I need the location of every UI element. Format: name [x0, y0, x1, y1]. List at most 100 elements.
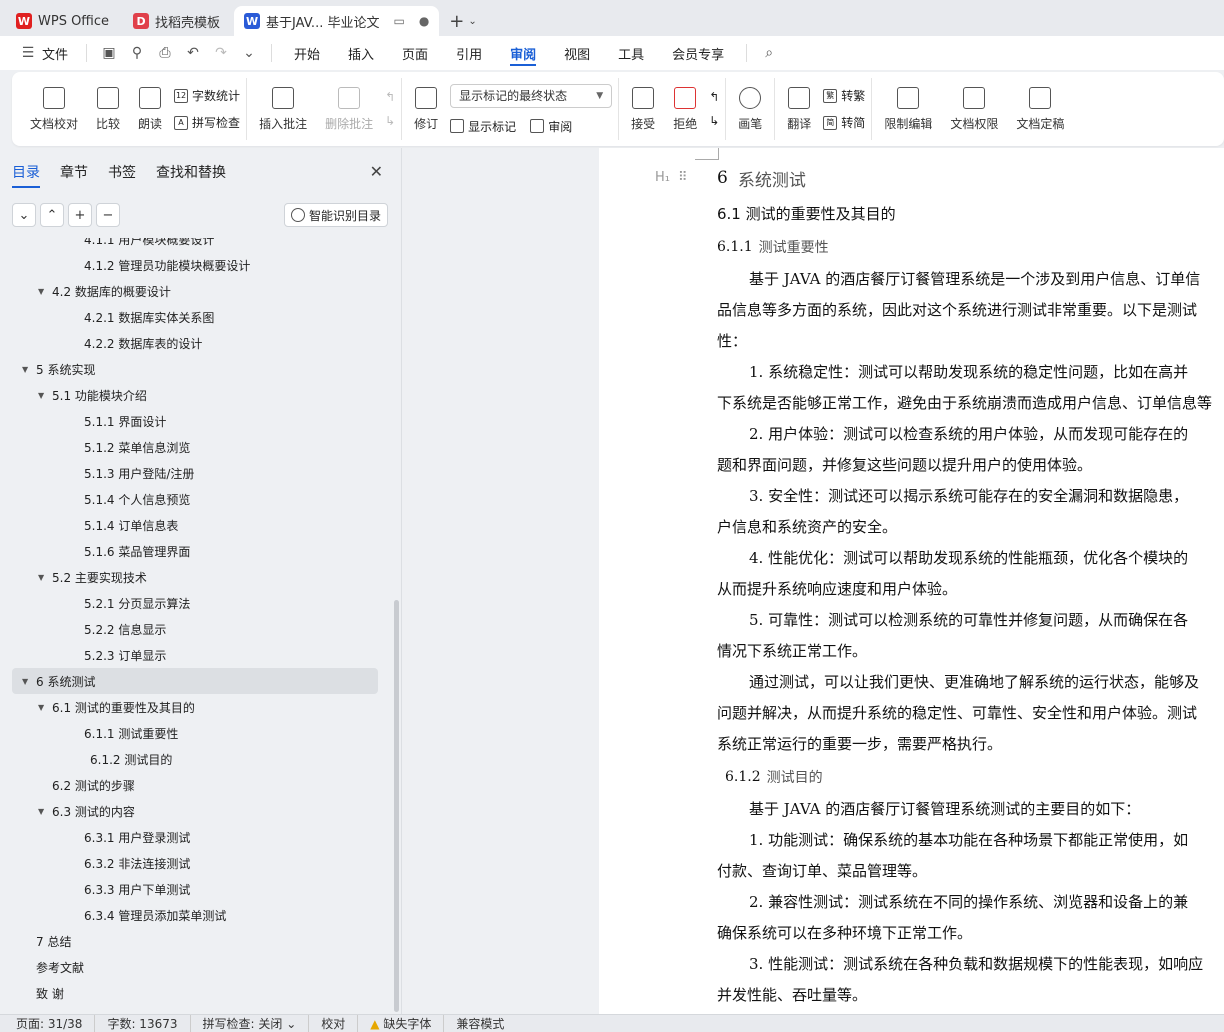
menu-reference[interactable]: 引用: [442, 36, 496, 70]
to-traditional-button[interactable]: 繁转繁: [823, 87, 865, 104]
expand-triangle-icon[interactable]: ▼: [38, 287, 52, 296]
toc-item[interactable]: 5.1.4 订单信息表: [0, 512, 390, 538]
toc-item[interactable]: 5.1.4 个人信息预览: [0, 486, 390, 512]
smart-toc-button[interactable]: 智能识别目录: [283, 203, 388, 227]
toc-item[interactable]: 6.2 测试的步骤: [0, 772, 390, 798]
menu-insert[interactable]: 插入: [334, 36, 388, 70]
expand-triangle-icon[interactable]: ▼: [38, 703, 52, 712]
toc-item[interactable]: 6.1.2 测试目的: [0, 746, 390, 772]
toc-item[interactable]: 6.3.2 非法连接测试: [0, 850, 390, 876]
word-count-button[interactable]: 12 字数统计: [174, 87, 240, 104]
undo-icon[interactable]: ↶: [182, 42, 204, 64]
save-icon[interactable]: ▣: [98, 42, 120, 64]
toc-item[interactable]: 6.3.3 用户下单测试: [0, 876, 390, 902]
menu-tools[interactable]: 工具: [604, 36, 658, 70]
toc-item[interactable]: 5.2.3 订单显示: [0, 642, 390, 668]
delete-comment-button[interactable]: 删除批注: [319, 79, 379, 139]
page-indicator[interactable]: 页面: 31/38: [16, 1015, 96, 1032]
spell-check-status[interactable]: 拼写检查: 关闭 ⌄: [191, 1015, 310, 1032]
revise-button[interactable]: 修订: [408, 79, 444, 139]
toc-item[interactable]: 致 谢: [0, 980, 390, 1006]
display-state-select[interactable]: 显示标记的最终状态 ▼: [450, 83, 613, 108]
expand-triangle-icon[interactable]: ▼: [38, 807, 52, 816]
missing-font-indicator[interactable]: ▲ 缺失字体: [358, 1015, 445, 1032]
doc-finalize-button[interactable]: 文档定稿: [1010, 79, 1070, 139]
pen-button[interactable]: 画笔: [732, 79, 768, 139]
translate-button[interactable]: 翻译: [781, 79, 817, 139]
restrict-edit-button[interactable]: 限制编辑: [878, 79, 938, 139]
expand-icon[interactable]: ⌃: [40, 203, 64, 227]
menu-start[interactable]: 开始: [280, 36, 334, 70]
menu-page[interactable]: 页面: [388, 36, 442, 70]
tab-chapters[interactable]: 章节: [60, 162, 88, 188]
toc-item[interactable]: 7 总结: [0, 928, 390, 954]
toc-item[interactable]: 5.1.1 界面设计: [0, 408, 390, 434]
document-content[interactable]: 6 系统测试 6.1 测试的重要性及其目的 6.1.1 测试重要性 基于 JAVA …: [717, 160, 1224, 1011]
tab-bookmarks[interactable]: 书签: [108, 162, 136, 188]
toc-item[interactable]: 6.1.1 测试重要性: [0, 720, 390, 746]
menu-member[interactable]: 会员专享: [658, 36, 738, 70]
tab-toc[interactable]: 目录: [12, 162, 40, 188]
toc-item[interactable]: 5.2.2 信息显示: [0, 616, 390, 642]
doc-check-button[interactable]: 文档校对: [24, 79, 84, 139]
tab-wps-office[interactable]: W WPS Office: [6, 6, 119, 36]
next-change-icon[interactable]: ↳: [709, 114, 719, 128]
toc-item[interactable]: 4.1.2 管理员功能模块概要设计: [0, 252, 390, 278]
toc-item[interactable]: ▼ 6.3 测试的内容: [0, 798, 390, 824]
toc-item[interactable]: 4.1.1 用户模块概要设计: [0, 238, 390, 252]
toc-item[interactable]: 6.3.4 管理员添加菜单测试: [0, 902, 390, 928]
menu-review[interactable]: 审阅: [496, 36, 550, 70]
file-menu[interactable]: 文件: [42, 44, 68, 63]
tab-thesis-document[interactable]: W 基于JAV... 毕业论文 ▭ ●: [234, 6, 440, 36]
chevron-down-icon[interactable]: ⌄: [238, 42, 260, 64]
share-icon[interactable]: ⚲: [126, 42, 148, 64]
close-icon[interactable]: ✕: [370, 162, 383, 181]
redo-icon[interactable]: ↷: [210, 42, 232, 64]
previous-comment-icon[interactable]: ↰: [385, 90, 395, 104]
toc-item[interactable]: 参考文献: [0, 954, 390, 980]
review-pane-button[interactable]: 审阅: [530, 118, 572, 135]
toc-item[interactable]: 5.1.3 用户登陆/注册: [0, 460, 390, 486]
toc-item[interactable]: 4.2.1 数据库实体关系图: [0, 304, 390, 330]
add-heading-icon[interactable]: +: [68, 203, 92, 227]
dot-icon[interactable]: ●: [419, 14, 429, 28]
toc-item[interactable]: ▼ 5.2 主要实现技术: [0, 564, 390, 590]
next-comment-icon[interactable]: ↳: [385, 114, 395, 128]
toc-item[interactable]: 5.1.6 菜品管理界面: [0, 538, 390, 564]
read-aloud-button[interactable]: 朗读: [132, 79, 168, 139]
collapse-icon[interactable]: ⌄: [12, 203, 36, 227]
toc-item[interactable]: ▼ 5.1 功能模块介绍: [0, 382, 390, 408]
toc-item[interactable]: 6.3.1 用户登录测试: [0, 824, 390, 850]
hamburger-icon[interactable]: ☰: [17, 42, 39, 64]
drag-handle-icon[interactable]: ⠿: [678, 170, 688, 185]
tab-docer-templates[interactable]: D 找稻壳模板: [123, 6, 230, 36]
show-marks-button[interactable]: 显示标记: [450, 118, 516, 135]
previous-change-icon[interactable]: ↰: [709, 90, 719, 104]
tab-find-replace[interactable]: 查找和替换: [156, 162, 226, 188]
heading-marker[interactable]: H₁ ⠿: [655, 170, 688, 185]
word-count-indicator[interactable]: 字数: 13673: [95, 1015, 191, 1032]
menu-view[interactable]: 视图: [550, 36, 604, 70]
compare-button[interactable]: 比较: [90, 79, 126, 139]
toc-item[interactable]: ▼ 6 系统测试: [12, 668, 378, 694]
expand-triangle-icon[interactable]: ▼: [38, 573, 52, 582]
doc-permission-button[interactable]: 文档权限: [944, 79, 1004, 139]
toc-scrollbar[interactable]: [394, 600, 399, 1012]
spell-check-button[interactable]: A 拼写检查: [174, 114, 240, 131]
new-tab-button[interactable]: + ⌄: [443, 6, 482, 36]
toc-item[interactable]: 5.1.2 菜单信息浏览: [0, 434, 390, 460]
remove-heading-icon[interactable]: −: [96, 203, 120, 227]
toc-item[interactable]: ▼ 5 系统实现: [0, 356, 390, 382]
reject-button[interactable]: 拒绝: [667, 79, 703, 139]
toc-item[interactable]: 4.2.2 数据库表的设计: [0, 330, 390, 356]
expand-triangle-icon[interactable]: ▼: [22, 365, 36, 374]
toc-item[interactable]: ▼ 6.1 测试的重要性及其目的: [0, 694, 390, 720]
accept-button[interactable]: 接受: [625, 79, 661, 139]
search-icon[interactable]: ⌕: [758, 42, 780, 64]
toc-item[interactable]: ▼ 4.2 数据库的概要设计: [0, 278, 390, 304]
expand-triangle-icon[interactable]: ▼: [22, 677, 36, 686]
toc-item[interactable]: 5.2.1 分页显示算法: [0, 590, 390, 616]
expand-triangle-icon[interactable]: ▼: [38, 391, 52, 400]
print-preview-icon[interactable]: ⎙: [154, 42, 176, 64]
proof-indicator[interactable]: 校对: [309, 1015, 359, 1032]
